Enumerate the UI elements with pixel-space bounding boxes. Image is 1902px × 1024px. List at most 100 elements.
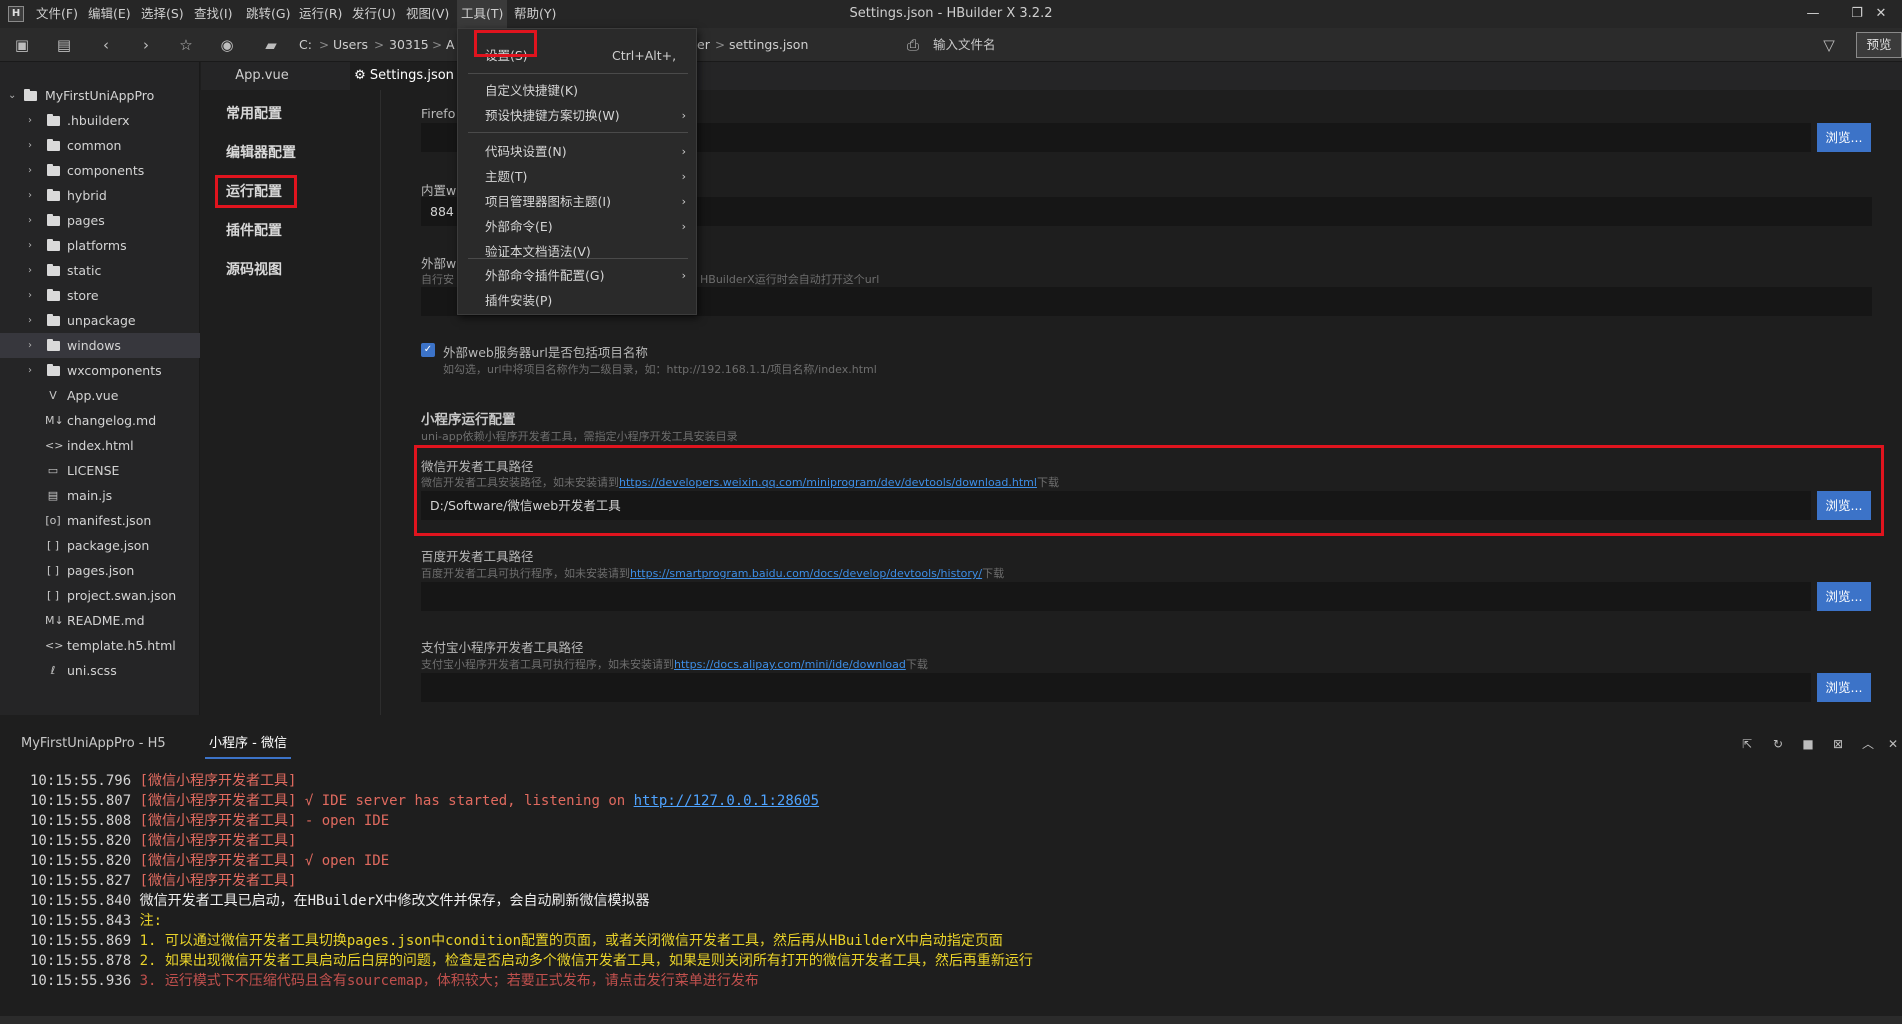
menu-publish[interactable]: 发行(U) <box>348 0 400 28</box>
chevron-right-icon[interactable]: › <box>28 108 38 133</box>
clear-icon[interactable]: ⊠ <box>1830 736 1846 752</box>
minimize-icon[interactable]: — <box>1790 0 1836 28</box>
tree-folder[interactable]: › unpackage <box>0 308 200 333</box>
console-tab-h5[interactable]: MyFirstUniAppPro - H5 <box>21 729 166 759</box>
breadcrumb-users[interactable]: Users <box>333 28 368 62</box>
menu-view[interactable]: 视图(V) <box>402 0 453 28</box>
tree-file[interactable]: M↓ README.md <box>0 608 200 633</box>
tree-folder[interactable]: › windows <box>0 333 200 358</box>
console-link[interactable]: http://127.0.0.1:28605 <box>634 793 819 809</box>
menu-item-external-cmd[interactable]: 外部命令(E) › <box>458 214 696 239</box>
breadcrumb-file[interactable]: settings.json <box>729 28 808 62</box>
chevron-right-icon[interactable]: › <box>28 208 38 233</box>
chevron-right-icon[interactable]: › <box>28 133 38 158</box>
chevron-right-icon[interactable]: › <box>28 158 38 183</box>
chevron-up-icon[interactable]: ︿ <box>1860 736 1876 752</box>
tree-file[interactable]: ▭ LICENSE <box>0 458 200 483</box>
menu-select[interactable]: 选择(S) <box>137 0 188 28</box>
baidu-download-link[interactable]: https://smartprogram.baidu.com/docs/deve… <box>630 567 982 580</box>
project-root[interactable]: ⌄ MyFirstUniAppPro <box>0 83 200 108</box>
chevron-right-icon[interactable]: › <box>28 358 38 383</box>
tree-folder[interactable]: › pages <box>0 208 200 233</box>
close-icon[interactable]: ✕ <box>1860 0 1902 28</box>
tree-file[interactable]: [ ] pages.json <box>0 558 200 583</box>
tree-folder[interactable]: › wxcomponents <box>0 358 200 383</box>
tab-settings-json[interactable]: ⚙ Settings.json <box>350 62 458 90</box>
tree-file[interactable]: V App.vue <box>0 383 200 408</box>
external-url-checkbox[interactable]: ✓ <box>421 343 435 357</box>
back-icon[interactable]: ‹ <box>95 34 117 56</box>
tree-folder[interactable]: › store <box>0 283 200 308</box>
new-file-icon[interactable]: ▣ <box>11 34 33 56</box>
menu-item-custom-keys[interactable]: 自定义快捷键(K) <box>458 78 696 103</box>
wechat-path-field[interactable]: D:/Software/微信web开发者工具 <box>421 491 1811 520</box>
stop-icon[interactable]: ■ <box>1800 736 1816 752</box>
nav-editor[interactable]: 编辑器配置 <box>226 141 296 165</box>
tree-folder[interactable]: › components <box>0 158 200 183</box>
tree-file[interactable]: M↓ changelog.md <box>0 408 200 433</box>
chevron-right-icon[interactable]: › <box>28 283 38 308</box>
menu-file[interactable]: 文件(F) <box>32 0 82 28</box>
baidu-path-field[interactable] <box>421 582 1811 611</box>
browse-button[interactable]: 浏览... <box>1817 673 1871 702</box>
save-icon[interactable]: ▤ <box>53 34 75 56</box>
nav-common[interactable]: 常用配置 <box>226 102 282 126</box>
menu-item-keymap[interactable]: 预设快捷键方案切换(W) › <box>458 103 696 128</box>
chevron-right-icon[interactable]: › <box>28 308 38 333</box>
baidu-label: 百度开发者工具路径 <box>421 549 534 564</box>
close-console-icon[interactable]: ✕ <box>1884 736 1902 752</box>
forward-icon[interactable]: › <box>135 34 157 56</box>
menu-help[interactable]: 帮助(Y) <box>510 0 560 28</box>
nav-source[interactable]: 源码视图 <box>226 258 282 282</box>
star-icon[interactable]: ☆ <box>175 34 197 56</box>
chevron-right-icon[interactable]: › <box>28 233 38 258</box>
tree-folder[interactable]: › common <box>0 133 200 158</box>
nav-run[interactable]: 运行配置 <box>226 180 282 204</box>
breadcrumb-user[interactable]: 30315 <box>389 28 429 62</box>
tree-file[interactable]: <> index.html <box>0 433 200 458</box>
open-external-icon[interactable]: ⇱ <box>1739 736 1755 752</box>
browse-button[interactable]: 浏览... <box>1817 123 1871 152</box>
browse-button[interactable]: 浏览... <box>1817 582 1871 611</box>
chevron-right-icon[interactable]: › <box>28 333 38 358</box>
tab-app-vue[interactable]: App.vue <box>201 62 323 90</box>
menu-tools[interactable]: 工具(T) <box>457 0 508 28</box>
alipay-download-link[interactable]: https://docs.alipay.com/mini/ide/downloa… <box>674 658 906 671</box>
run-icon[interactable]: ◉ <box>216 34 238 56</box>
menu-edit[interactable]: 编辑(E) <box>84 0 135 28</box>
menu-item-install-plugin[interactable]: 插件安装(P) <box>458 288 696 313</box>
menu-item-plugin-config[interactable]: 外部命令插件配置(G) › <box>458 263 696 288</box>
nav-plugins[interactable]: 插件配置 <box>226 219 282 243</box>
menu-goto[interactable]: 跳转(G) <box>242 0 294 28</box>
console-tab-wechat[interactable]: 小程序 - 微信 <box>205 729 291 759</box>
tree-file[interactable]: ℓ uni.scss <box>0 658 200 683</box>
tree-folder[interactable]: › platforms <box>0 233 200 258</box>
file-search-input[interactable]: 输入文件名 <box>933 28 996 62</box>
browse-button[interactable]: 浏览... <box>1817 491 1871 520</box>
tree-file[interactable]: [o] manifest.json <box>0 508 200 533</box>
menu-item-validate[interactable]: 验证本文档语法(V) <box>458 239 696 264</box>
tree-file[interactable]: ▤ main.js <box>0 483 200 508</box>
menu-item-theme[interactable]: 主题(T) › <box>458 164 696 189</box>
preview-button[interactable]: 预览 <box>1856 32 1902 58</box>
breadcrumb-appdata[interactable]: A <box>446 28 455 62</box>
breadcrumb-c[interactable]: C: <box>299 28 312 62</box>
filter-icon[interactable]: ▽ <box>1818 34 1840 56</box>
tree-folder[interactable]: › static <box>0 258 200 283</box>
tree-file[interactable]: [ ] package.json <box>0 533 200 558</box>
console-line: 10:15:55.820 [微信小程序开发者工具] <box>30 831 296 851</box>
tree-file[interactable]: [ ] project.swan.json <box>0 583 200 608</box>
menu-item-icon-theme[interactable]: 项目管理器图标主题(I) › <box>458 189 696 214</box>
tree-file[interactable]: <> template.h5.html <box>0 633 200 658</box>
tree-folder[interactable]: › hybrid <box>0 183 200 208</box>
menu-run[interactable]: 运行(R) <box>295 0 346 28</box>
refresh-icon[interactable]: ↻ <box>1770 736 1786 752</box>
wechat-download-link[interactable]: https://developers.weixin.qq.com/minipro… <box>619 476 1037 489</box>
breadcrumb-folder[interactable]: er <box>697 28 710 62</box>
chevron-right-icon[interactable]: › <box>28 183 38 208</box>
alipay-path-field[interactable] <box>421 673 1811 702</box>
chevron-right-icon[interactable]: › <box>28 258 38 283</box>
tree-folder[interactable]: › .hbuilderx <box>0 108 200 133</box>
menu-item-snippets[interactable]: 代码块设置(N) › <box>458 139 696 164</box>
menu-find[interactable]: 查找(I) <box>190 0 236 28</box>
